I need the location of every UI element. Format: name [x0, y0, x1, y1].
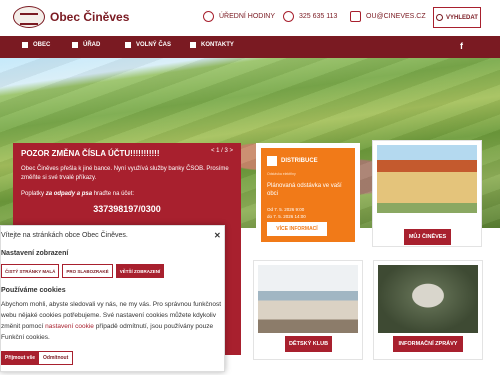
- cookie-dialog: Vítejte na stránkách obce Obec Činěves. …: [0, 225, 225, 372]
- header: Obec Činěves ÚŘEDNÍ HODINY 325 635 113 O…: [0, 0, 500, 36]
- nav-item-urad[interactable]: ÚŘAD: [72, 42, 100, 48]
- moje-button[interactable]: MŮJ ČINĚVES: [404, 229, 451, 245]
- settings-heading: Nastavení zobrazení: [1, 250, 69, 257]
- zpravy-button[interactable]: INFORMAČNÍ ZPRÁVY: [393, 336, 463, 352]
- home-icon: [22, 42, 28, 48]
- account-number: 337398197/0300: [93, 204, 161, 214]
- nav-label: ÚŘAD: [83, 42, 101, 48]
- klub-button[interactable]: DĚTSKÝ KLUB: [285, 336, 332, 352]
- dark-mode-button[interactable]: ČISTÝ STRÁNKY MALÁ: [1, 264, 60, 278]
- cookies-heading: Používáme cookies: [1, 287, 66, 294]
- alert-note: Poplatky za odpady a psa hraďte na účet:: [21, 191, 231, 197]
- clock-icon: [203, 11, 214, 22]
- cookies-body: Abychom mohli, abyste sledovali vy nás, …: [1, 299, 223, 343]
- building-icon: [72, 42, 78, 48]
- facebook-icon[interactable]: f: [460, 41, 463, 51]
- cookie-welcome: Vítejte na stránkách obce Obec Činěves.: [1, 232, 128, 239]
- distribuce-dates: Od 7. 5. 2026 9:00 do 7. 5. 2026 14:00: [267, 206, 306, 220]
- club-photo: [258, 265, 358, 333]
- search-label: VYHLEDAT: [446, 14, 478, 21]
- site-title[interactable]: Obec Činěves: [50, 10, 129, 24]
- phone-number: 325 635 113: [299, 13, 338, 20]
- nav-label: KONTAKTY: [201, 42, 234, 48]
- email-address: OU@CINEVES.CZ: [366, 13, 426, 20]
- phone-link[interactable]: 325 635 113: [283, 11, 337, 22]
- alert-text: Obec Činěves přešla k jiné bance. Nyní v…: [21, 166, 229, 181]
- display-buttons: ČISTÝ STRÁNKY MALÁ PRO SLABOZRAKÉ VĚTŠÍ …: [1, 264, 165, 278]
- nav-item-volny-cas[interactable]: VOLNÝ ČAS: [125, 42, 171, 48]
- house-photo: [377, 145, 477, 213]
- zoom-button[interactable]: VĚTŠÍ ZOBRAZENÍ: [115, 264, 165, 278]
- office-hours-link[interactable]: ÚŘEDNÍ HODINY: [203, 11, 275, 22]
- phone-icon: [283, 11, 294, 22]
- phone-icon: [190, 42, 196, 48]
- search-button[interactable]: VYHLEDAT: [433, 7, 481, 28]
- note-suffix: hraďte na účet:: [93, 191, 135, 197]
- nav-label: OBEC: [33, 42, 51, 48]
- distribuce-brand: DISTRIBUCE: [281, 158, 318, 164]
- note-prefix: Poplatky: [21, 191, 45, 197]
- date-from: Od 7. 5. 2026 9:00: [267, 207, 305, 212]
- contrast-button[interactable]: PRO SLABOZRAKÉ: [62, 264, 113, 278]
- leisure-icon: [125, 42, 131, 48]
- village-logo[interactable]: [13, 6, 45, 28]
- close-icon[interactable]: ✕: [214, 231, 221, 240]
- distribuce-logo-icon: [267, 156, 277, 166]
- alert-pager[interactable]: < 1 / 3 >: [211, 148, 233, 154]
- mail-icon: [350, 11, 361, 22]
- distribuce-card[interactable]: DISTRIBUCE Odstávka elektřiny Plánovaná …: [256, 143, 360, 247]
- email-link[interactable]: OU@CINEVES.CZ: [350, 11, 426, 22]
- nav-item-kontakty[interactable]: KONTAKTY: [190, 42, 234, 48]
- date-to: do 7. 5. 2026 14:00: [267, 214, 306, 219]
- distribuce-sub: Odstávka elektřiny: [267, 172, 296, 176]
- more-info-button[interactable]: VÍCE INFORMACÍ: [267, 222, 327, 236]
- cookie-settings-link[interactable]: nastavení cookie: [45, 323, 94, 330]
- note-bold: za odpady a psa: [45, 191, 93, 197]
- distribuce-title: Plánovaná odstávka ve vaší obci: [267, 183, 342, 197]
- mailbox-photo: [378, 265, 478, 333]
- search-icon: [436, 14, 444, 21]
- main-nav: OBEC ÚŘAD VOLNÝ ČAS KONTAKTY f: [0, 36, 500, 58]
- office-hours-label: ÚŘEDNÍ HODINY: [219, 13, 276, 20]
- nav-label: VOLNÝ ČAS: [136, 42, 172, 48]
- accept-all-button[interactable]: Přijmout vše: [1, 351, 40, 365]
- decline-button[interactable]: Odmítnout: [38, 351, 74, 365]
- alert-title: POZOR ZMĚNA ČÍSLA ÚČTU!!!!!!!!!!!: [21, 149, 160, 158]
- nav-item-obec[interactable]: OBEC: [22, 42, 50, 48]
